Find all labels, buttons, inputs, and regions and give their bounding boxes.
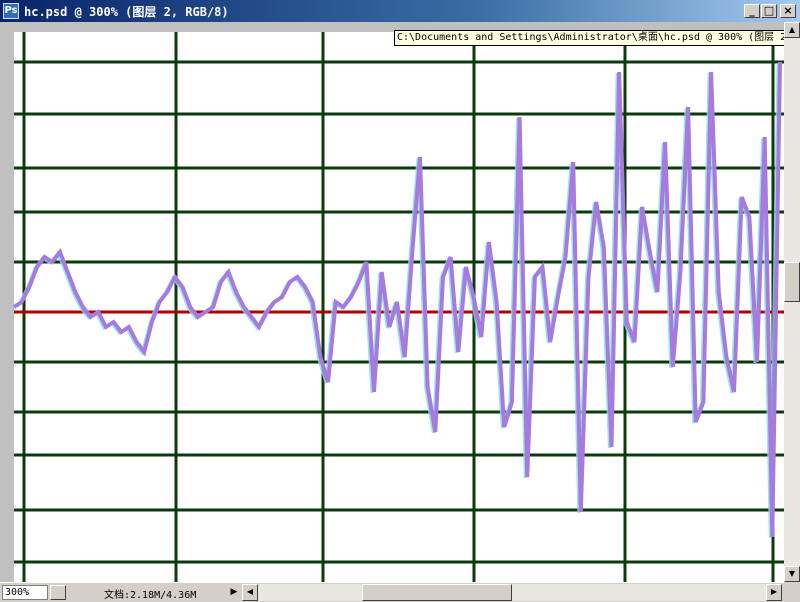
minimize-button[interactable]: _ — [744, 4, 760, 18]
close-button[interactable]: × — [780, 4, 796, 18]
document-icon: Ps — [3, 3, 19, 19]
title-bar[interactable]: Ps hc.psd @ 300% (图层 2, RGB/8) _ □ × — [0, 0, 800, 22]
window-title: hc.psd @ 300% (图层 2, RGB/8) — [24, 5, 229, 19]
file-path-tooltip: C:\Documents and Settings\Administrator\… — [394, 30, 800, 46]
zoom-level-field[interactable]: 300% — [2, 585, 48, 600]
status-info-icon[interactable] — [50, 585, 66, 600]
document-size-readout: 文档:2.18M/4.36M — [104, 590, 197, 601]
document-canvas[interactable] — [0, 22, 784, 582]
resize-grip[interactable] — [784, 582, 800, 601]
maximize-button[interactable]: □ — [761, 4, 777, 18]
status-bar: 300% 文档:2.18M/4.36M ▶ ◀ ▶ — [0, 582, 800, 602]
status-menu-arrow-icon[interactable]: ▶ — [228, 585, 240, 600]
scroll-up-button[interactable]: ▲ — [784, 22, 800, 38]
scroll-left-button[interactable]: ◀ — [242, 584, 258, 601]
vertical-scroll-thumb[interactable] — [784, 262, 800, 302]
scroll-down-button[interactable]: ▼ — [784, 566, 800, 582]
horizontal-scrollbar[interactable]: ◀ ▶ — [242, 584, 782, 601]
scroll-right-button[interactable]: ▶ — [766, 584, 782, 601]
vertical-scrollbar[interactable]: ▲ ▼ — [784, 22, 800, 582]
horizontal-scroll-thumb[interactable] — [362, 584, 512, 601]
chart-svg — [0, 22, 784, 582]
